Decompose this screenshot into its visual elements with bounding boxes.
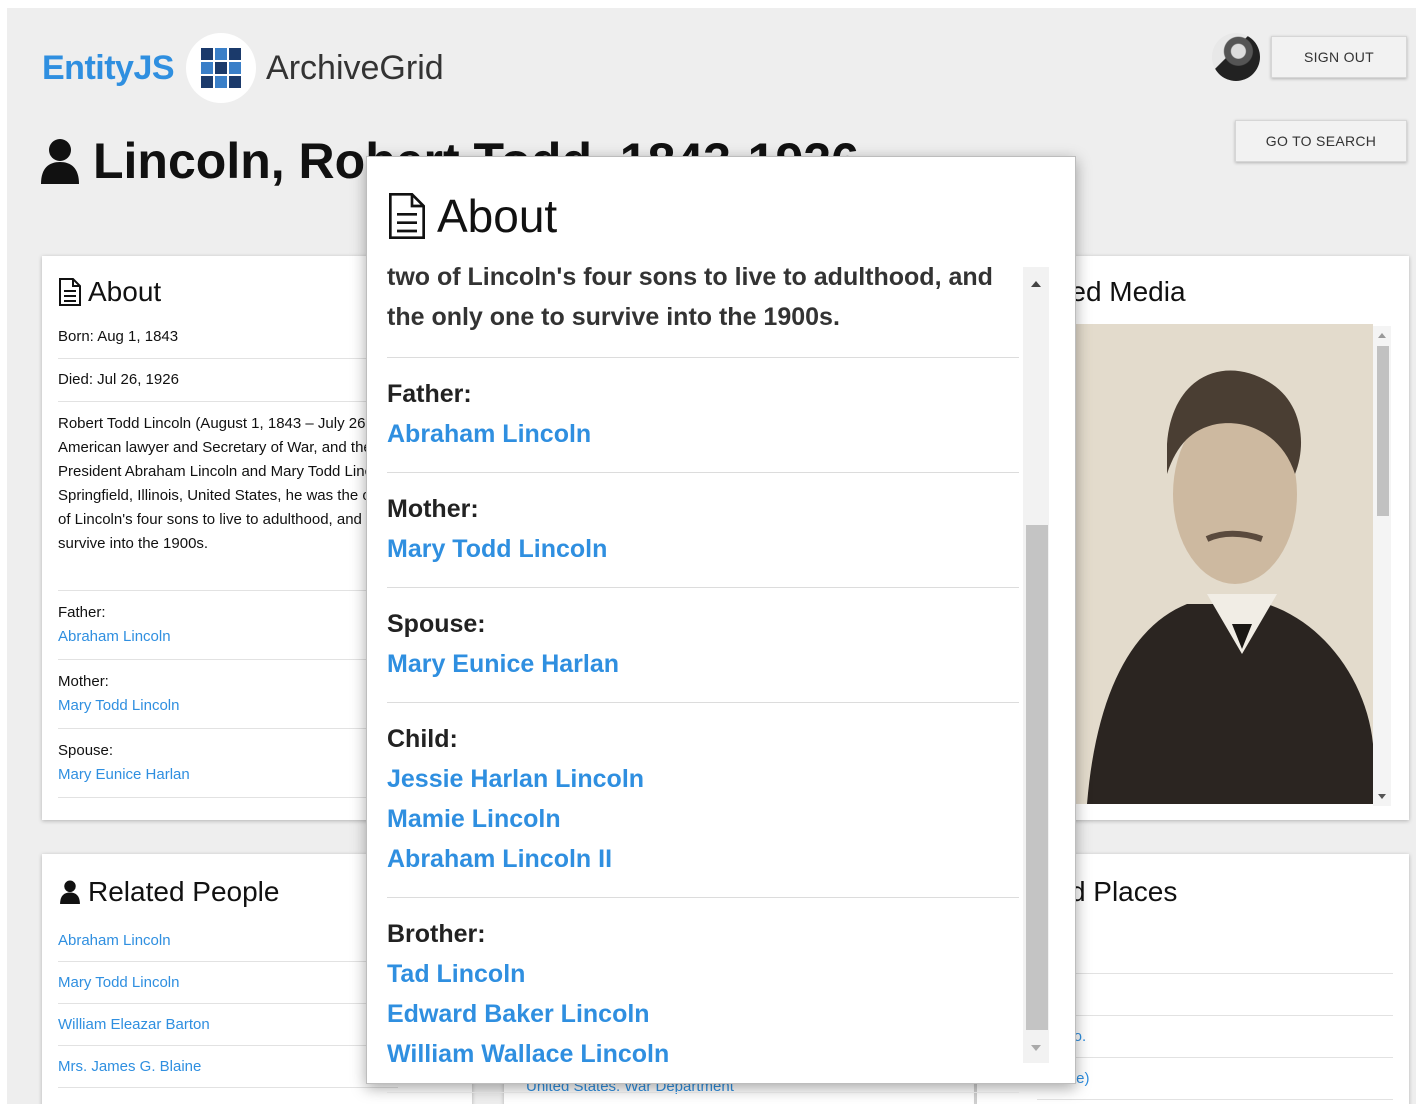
related-media-card: Related Media (1067, 256, 1409, 820)
related-people-list: Abraham Lincoln Mary Todd Lincoln Willia… (58, 920, 398, 1088)
child-label: Child: (387, 725, 458, 753)
about-list: Born: Aug 1, 1843 Died: Jul 26, 1926 Rob… (58, 316, 464, 798)
list-item[interactable]: ...es (1037, 932, 1393, 974)
related-places-list: ...es ...cago. ...State) (1037, 932, 1393, 1100)
mother-row: Mother: Mary Todd Lincoln (58, 660, 398, 729)
brother-label: Brother: (387, 920, 486, 948)
mother-label: Mother: (58, 673, 109, 690)
brand-entityjs[interactable]: EntityJS (42, 49, 175, 88)
brother-link[interactable]: Tad Lincoln (387, 954, 1019, 994)
father-section: Father: Abraham Lincoln (387, 358, 1019, 473)
related-media-title: Related Media (1067, 276, 1186, 307)
modal-title: About (437, 190, 558, 242)
avatar[interactable] (1212, 33, 1260, 81)
list-item[interactable]: Mary Todd Lincoln (58, 962, 398, 1004)
modal-scrollbar[interactable] (1023, 267, 1049, 1063)
died-row: Died: Jul 26, 1926 (58, 359, 398, 402)
person-link[interactable]: Mary Todd Lincoln (58, 962, 398, 1003)
document-icon (389, 193, 425, 239)
modal-intro: two of Lincoln's four sons to live to ad… (387, 257, 1019, 358)
portrait-image[interactable] (1067, 324, 1373, 804)
list-item[interactable]: Abraham Lincoln (58, 920, 398, 962)
born-row: Born: Aug 1, 1843 (58, 316, 398, 359)
scroll-down-arrow-icon[interactable] (1023, 1037, 1049, 1057)
child-link[interactable]: Mamie Lincoln (387, 799, 1019, 839)
brand[interactable]: EntityJS ArchiveGrid (42, 32, 444, 104)
list-item[interactable] (1037, 974, 1393, 1016)
spouse-row: Spouse: Mary Eunice Harlan (58, 729, 398, 798)
father-link[interactable]: Abraham Lincoln (387, 414, 1019, 454)
modal-heading: About (387, 189, 557, 243)
list-item[interactable]: Mrs. James G. Blaine (58, 1046, 398, 1088)
mother-section: Mother: Mary Todd Lincoln (387, 473, 1019, 588)
document-icon (59, 278, 81, 306)
mother-link[interactable]: Mary Todd Lincoln (387, 529, 1019, 569)
brother-section: Brother: Tad Lincoln Edward Baker Lincol… (387, 898, 1019, 1093)
media-scrollbar[interactable] (1373, 326, 1391, 806)
mother-label: Mother: (387, 495, 479, 523)
person-link[interactable]: William Eleazar Barton (58, 1004, 398, 1045)
father-link[interactable]: Abraham Lincoln (58, 625, 398, 649)
go-to-search-button[interactable]: GO TO SEARCH (1235, 120, 1407, 162)
bio-row: Robert Todd Lincoln (August 1, 1843 – Ju… (58, 402, 464, 591)
spouse-link[interactable]: Mary Eunice Harlan (387, 644, 1019, 684)
person-icon (60, 880, 80, 904)
list-item[interactable]: ...State) (1037, 1058, 1393, 1100)
spouse-section: Spouse: Mary Eunice Harlan (387, 588, 1019, 703)
mother-link[interactable]: Mary Todd Lincoln (58, 694, 398, 718)
father-label: Father: (58, 604, 106, 621)
sign-out-button[interactable]: SIGN OUT (1271, 36, 1407, 78)
modal-body: two of Lincoln's four sons to live to ad… (387, 257, 1019, 1093)
person-link[interactable]: Abraham Lincoln (58, 920, 398, 961)
person-icon (41, 139, 79, 184)
related-media-heading: Related Media (1067, 276, 1186, 308)
brother-link[interactable]: Edward Baker Lincoln (387, 994, 1019, 1034)
father-label: Father: (387, 380, 472, 408)
person-link[interactable]: Mrs. James G. Blaine (58, 1046, 398, 1087)
grid-logo-icon (186, 33, 257, 103)
modal-scroll-thumb[interactable] (1026, 525, 1048, 1030)
child-link[interactable]: Abraham Lincoln II (387, 839, 1019, 879)
brother-link[interactable]: William Wallace Lincoln (387, 1034, 1019, 1074)
list-item[interactable]: ...cago. (1037, 1016, 1393, 1058)
child-link[interactable]: Jessie Harlan Lincoln (387, 759, 1019, 799)
child-section: Child: Jessie Harlan Lincoln Mamie Linco… (387, 703, 1019, 898)
list-item[interactable]: William Eleazar Barton (58, 1004, 398, 1046)
spouse-link[interactable]: Mary Eunice Harlan (58, 763, 398, 787)
father-row: Father: Abraham Lincoln (58, 591, 398, 660)
related-people-title: Related People (88, 876, 280, 907)
spouse-label: Spouse: (58, 742, 114, 759)
about-card-title: About (88, 276, 162, 307)
scroll-up-arrow-icon[interactable] (1023, 275, 1049, 295)
brand-archivegrid[interactable]: ArchiveGrid (266, 49, 444, 88)
about-modal: About two of Lincoln's four sons to live… (366, 156, 1076, 1093)
spouse-label: Spouse: (387, 610, 486, 638)
